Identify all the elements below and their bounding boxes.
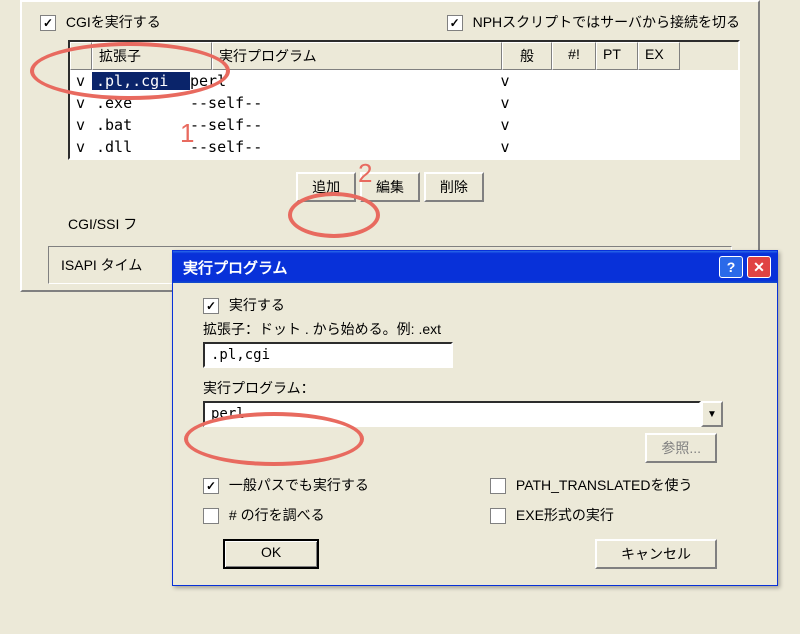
delete-button[interactable]: 削除 (424, 172, 484, 202)
check-icon (203, 508, 219, 524)
check-icon (40, 15, 56, 31)
list-row[interactable]: v .pl,.cgi perl v (70, 70, 738, 92)
isapi-label: ISAPI タイム (61, 257, 142, 273)
check-icon (447, 15, 463, 31)
browse-button[interactable]: 参照... (645, 433, 717, 463)
checkbox-label: CGIを実行する (66, 14, 161, 30)
checkbox-hash-line[interactable]: # の行を調べる (203, 505, 470, 525)
list-header: 拡張子 実行プログラム 般 #! PT EX (70, 42, 738, 70)
cancel-button[interactable]: キャンセル (595, 539, 717, 569)
ext-label: 拡張子：ドット . から始める。例: .ext (203, 319, 757, 339)
checkbox-general-path[interactable]: 一般パスでも実行する (203, 475, 470, 495)
ok-button[interactable]: OK (223, 539, 319, 569)
checkbox-cgi-exec[interactable]: CGIを実行する (40, 12, 161, 32)
col-hash[interactable]: #! (552, 42, 596, 70)
cgi-settings-panel: CGIを実行する NPHスクリプトではサーバから接続を切る 拡張子 実行プログラ… (20, 0, 760, 292)
checkbox-exec[interactable]: 実行する (203, 297, 285, 313)
checkbox-label: # の行を調べる (229, 507, 325, 523)
checkbox-exe-format[interactable]: EXE形式の実行 (490, 505, 757, 525)
list-body: v .pl,.cgi perl v v .exe --self-- v v .b… (70, 70, 738, 158)
list-row[interactable]: v .bat --self-- v (70, 114, 738, 136)
list-row[interactable]: v .dll --self-- v (70, 136, 738, 158)
prog-label: 実行プログラム： (203, 378, 757, 398)
checkbox-label: 一般パスでも実行する (229, 477, 369, 493)
program-input[interactable] (203, 401, 701, 427)
cgi-ssi-label: CGI/SSI フ (28, 210, 752, 238)
checkbox-label: NPHスクリプトではサーバから接続を切る (473, 14, 740, 30)
check-icon (490, 508, 506, 524)
col-prog[interactable]: 実行プログラム (212, 42, 502, 70)
check-icon (490, 478, 506, 494)
add-button[interactable]: 追加 (296, 172, 356, 202)
extension-list[interactable]: 拡張子 実行プログラム 般 #! PT EX v .pl,.cgi perl v… (68, 40, 740, 160)
checkbox-path-translated[interactable]: PATH_TRANSLATEDを使う (490, 475, 757, 495)
col-pt[interactable]: PT (596, 42, 638, 70)
exec-program-dialog: 実行プログラム ? ✕ 実行する 拡張子：ドット . から始める。例: .ext… (172, 250, 778, 586)
col-ext[interactable]: 拡張子 (92, 42, 212, 70)
check-icon (203, 298, 219, 314)
list-row[interactable]: v .exe --self-- v (70, 92, 738, 114)
checkbox-label: PATH_TRANSLATEDを使う (516, 477, 693, 493)
dialog-title: 実行プログラム (183, 257, 288, 278)
col-gen[interactable]: 般 (502, 42, 552, 70)
checkbox-nph[interactable]: NPHスクリプトではサーバから接続を切る (447, 12, 740, 32)
ext-input[interactable] (203, 342, 453, 368)
dropdown-icon[interactable]: ▼ (701, 401, 723, 427)
close-button[interactable]: ✕ (747, 256, 771, 278)
check-icon (203, 478, 219, 494)
checkbox-label: EXE形式の実行 (516, 507, 614, 523)
help-button[interactable]: ? (719, 256, 743, 278)
col-ex[interactable]: EX (638, 42, 680, 70)
edit-button[interactable]: 編集 (360, 172, 420, 202)
program-combo[interactable]: ▼ (203, 401, 723, 427)
titlebar[interactable]: 実行プログラム ? ✕ (173, 251, 777, 283)
checkbox-label: 実行する (229, 297, 285, 313)
